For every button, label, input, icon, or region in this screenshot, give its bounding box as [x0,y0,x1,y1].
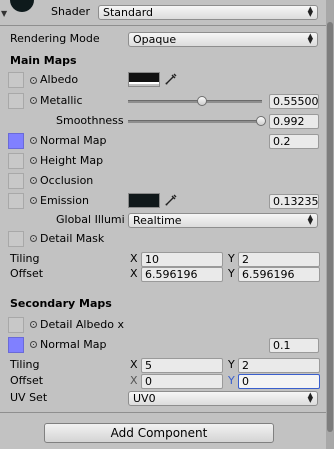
smoothness-slider-track[interactable] [128,120,262,123]
inspector-scrollbar[interactable] [326,0,334,449]
rendering-mode-dropdown[interactable]: Opaque ▲ ▼ [128,32,318,47]
metallic-value-field[interactable]: 0.55500 [269,94,319,109]
eyedropper-icon[interactable] [164,72,178,86]
global-illumination-label: Global Illumi [56,213,125,226]
emission-color-fill [129,194,159,207]
metallic-slider-track[interactable] [128,100,262,103]
global-illumination-value: Realtime [133,214,182,227]
secondary-tiling-x-axis-label: X [130,358,138,371]
normal-map-texture-slot[interactable] [8,133,24,149]
secondary-offset-y-field[interactable]: 0 [238,374,320,389]
albedo-color-fill [129,73,159,84]
foldout-arrow-icon[interactable]: ▼ [1,9,7,18]
detail-albedo-picker-icon[interactable] [30,321,37,328]
normal-map-scale-field[interactable]: 0.2 [269,134,319,149]
emission-intensity-field[interactable]: 0.13235 [269,194,319,209]
secondary-tiling-x-field[interactable]: 5 [141,358,223,373]
main-offset-y-axis-label: Y [228,267,235,280]
secondary-maps-title: Secondary Maps [10,297,112,310]
secondary-offset-x-field[interactable]: 0 [141,374,223,389]
albedo-texture-slot[interactable] [8,72,24,88]
add-component-button[interactable]: Add Component [44,423,274,443]
uv-set-value: UV0 [133,392,156,405]
material-preview-sphere [10,0,34,12]
smoothness-label: Smoothness [56,114,124,127]
bottom-divider [0,412,326,413]
albedo-color-swatch[interactable] [128,72,160,87]
eyedropper-icon[interactable] [164,193,178,207]
secondary-normal-map-scale-field[interactable]: 0.1 [269,338,319,353]
detail-albedo-texture-slot[interactable] [8,317,24,333]
main-tiling-y-axis-label: Y [228,252,235,265]
metallic-slider-thumb[interactable] [197,96,208,106]
albedo-label: Albedo [40,73,79,86]
detail-mask-texture-slot[interactable] [8,231,24,247]
main-tiling-label: Tiling [10,252,40,265]
height-map-picker-icon[interactable] [30,157,37,164]
occlusion-texture-slot[interactable] [8,173,24,189]
main-offset-x-axis-label: X [130,267,138,280]
emission-color-swatch[interactable] [128,193,160,208]
detail-mask-label: Detail Mask [40,232,105,245]
shader-dropdown[interactable]: Standard ▲ ▼ [98,5,318,20]
global-illumination-dropdown[interactable]: Realtime ▲ ▼ [128,213,318,228]
emission-texture-slot[interactable] [8,193,24,209]
metallic-texture-picker-icon[interactable] [30,97,37,104]
detail-albedo-label: Detail Albedo x [40,318,124,331]
occlusion-picker-icon[interactable] [30,177,37,184]
normal-map-picker-icon[interactable] [30,137,37,144]
rendering-mode-label: Rendering Mode [10,32,100,45]
secondary-offset-x-axis-label: X [130,374,138,387]
secondary-tiling-y-field[interactable]: 2 [238,358,320,373]
dropdown-arrows-icon: ▲ ▼ [307,5,313,18]
main-tiling-y-field[interactable]: 2 [238,252,320,267]
emission-picker-icon[interactable] [30,197,37,204]
main-offset-x-field[interactable]: 6.596196 [141,267,223,282]
secondary-offset-y-axis-label: Y [228,374,235,387]
secondary-tiling-label: Tiling [10,358,40,371]
secondary-tiling-y-axis-label: Y [228,358,235,371]
dropdown-arrows-icon: ▲ ▼ [307,391,313,404]
height-map-texture-slot[interactable] [8,153,24,169]
detail-mask-picker-icon[interactable] [30,235,37,242]
albedo-texture-picker-icon[interactable] [30,77,37,84]
metallic-texture-slot[interactable] [8,93,24,109]
smoothness-value-field[interactable]: 0.992 [269,114,319,129]
shader-dropdown-value: Standard [103,6,154,19]
rendering-mode-value: Opaque [133,33,177,46]
main-tiling-x-field[interactable]: 10 [141,252,223,267]
header-divider [0,25,326,26]
emission-label: Emission [40,194,89,207]
main-tiling-x-axis-label: X [130,252,138,265]
secondary-normal-map-picker-icon[interactable] [30,341,37,348]
smoothness-slider-thumb[interactable] [255,116,266,126]
scrollbar-thumb[interactable] [327,22,333,432]
dropdown-arrows-icon: ▲ ▼ [307,32,313,45]
height-map-label: Height Map [40,154,104,167]
main-maps-title: Main Maps [10,54,77,67]
secondary-normal-map-label: Normal Map [40,338,107,351]
uv-set-dropdown[interactable]: UV0 ▲ ▼ [128,391,318,406]
uv-set-label: UV Set [10,391,48,404]
dropdown-arrows-icon: ▲ ▼ [307,213,313,226]
normal-map-label: Normal Map [40,134,107,147]
shader-label: Shader [51,5,90,18]
secondary-offset-label: Offset [10,374,44,387]
secondary-normal-map-texture-slot[interactable] [8,337,24,353]
main-offset-y-field[interactable]: 6.596196 [238,267,320,282]
main-offset-label: Offset [10,267,44,280]
metallic-label: Metallic [40,94,83,107]
occlusion-label: Occlusion [40,174,94,187]
